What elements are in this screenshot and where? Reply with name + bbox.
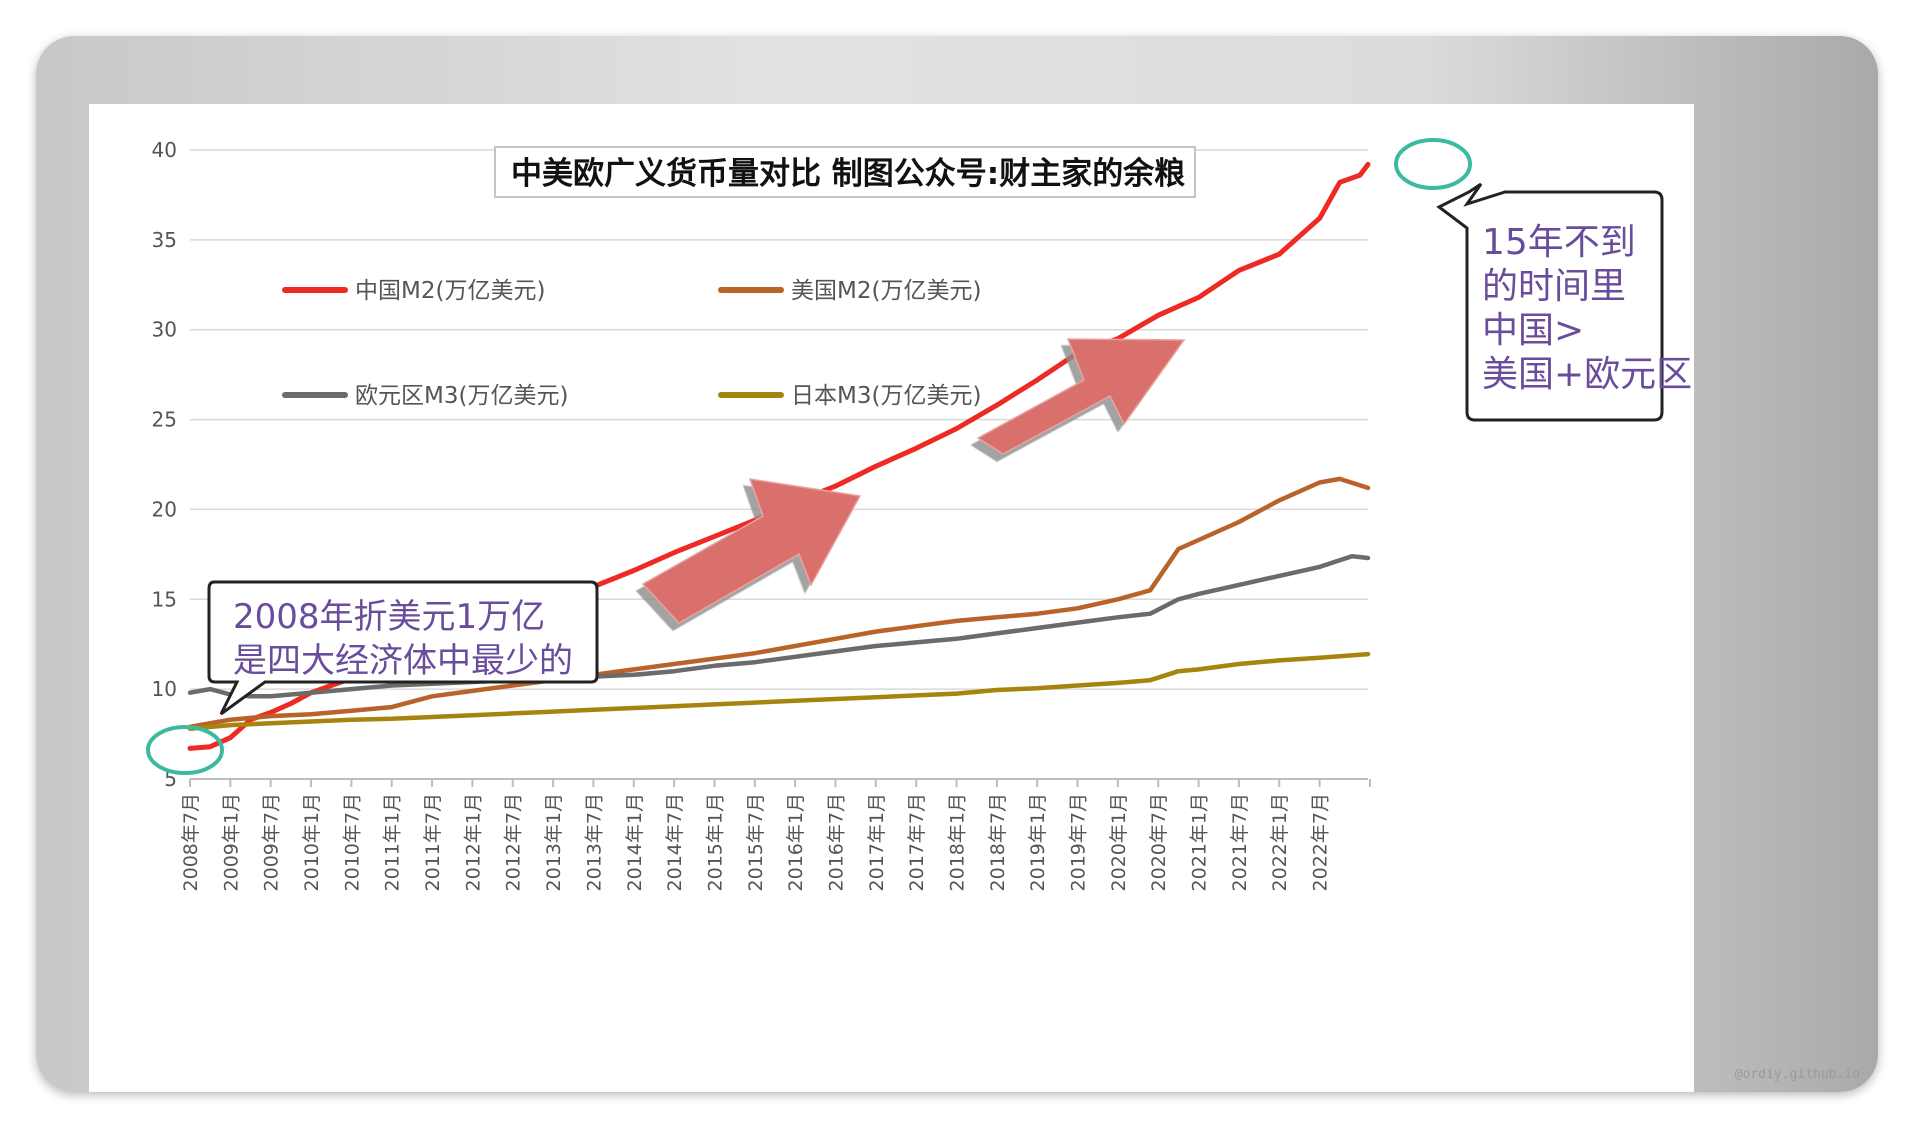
watermark: @ordiy.github.io bbox=[1734, 1067, 1860, 1082]
y-tick-label: 40 bbox=[152, 138, 177, 162]
x-tick-label: 2013年7月 bbox=[583, 793, 605, 891]
x-tick-label: 2008年7月 bbox=[180, 793, 202, 891]
x-tick-label: 2012年1月 bbox=[462, 793, 484, 891]
x-tick-label: 2020年7月 bbox=[1148, 793, 1170, 891]
screenshot-frame: 5 10 15 20 25 30 35 40 2008年7月 2009年1月 2009年7月 2010… bbox=[36, 36, 1878, 1092]
x-tick-label: 2016年1月 bbox=[785, 793, 807, 891]
x-tick-label: 2015年1月 bbox=[704, 793, 726, 891]
x-tick-label: 2011年7月 bbox=[422, 793, 444, 891]
y-tick-label: 25 bbox=[152, 408, 177, 432]
legend-label: 美国M2(万亿美元) bbox=[791, 278, 981, 304]
callout-china-line-1: 15年不到 bbox=[1482, 222, 1636, 263]
x-tick-label: 2018年7月 bbox=[987, 793, 1009, 891]
x-tick-label: 2021年7月 bbox=[1229, 793, 1251, 891]
callout-china-line-4: 美国+欧元区 bbox=[1482, 354, 1692, 395]
legend-label: 中国M2(万亿美元) bbox=[355, 278, 545, 304]
callout-2008-line-1: 2008年折美元1万亿 bbox=[233, 597, 545, 637]
x-tick-label: 2009年7月 bbox=[261, 793, 283, 891]
x-tick-label: 2010年1月 bbox=[301, 793, 323, 891]
y-tick-label: 10 bbox=[152, 677, 177, 701]
highlight-circle-2022 bbox=[1394, 138, 1472, 190]
x-tick-label: 2015年7月 bbox=[745, 793, 767, 891]
x-tick-label: 2011年1月 bbox=[382, 793, 404, 891]
y-tick-label: 30 bbox=[152, 318, 177, 342]
x-tick-label: 2022年7月 bbox=[1310, 793, 1332, 891]
x-tick-label: 2017年1月 bbox=[866, 793, 888, 891]
chart-title: 中美欧广义货币量对比 制图公众号:财主家的余粮 bbox=[511, 156, 1185, 192]
x-tick-label: 2021年1月 bbox=[1189, 793, 1211, 891]
legend-label: 欧元区M3(万亿美元) bbox=[355, 383, 568, 409]
chart-panel: 5 10 15 20 25 30 35 40 2008年7月 2009年1月 2009年7月 2010… bbox=[89, 104, 1694, 1092]
x-tick-label: 2019年7月 bbox=[1068, 793, 1090, 891]
callout-2008-line-2: 是四大经济体中最少的 bbox=[233, 641, 573, 681]
x-tick-label: 2019年1月 bbox=[1027, 793, 1049, 891]
x-tick-label: 2010年7月 bbox=[341, 793, 363, 891]
callout-china-line-2: 的时间里 bbox=[1482, 266, 1626, 307]
callout-china-line-3: 中国> bbox=[1482, 310, 1584, 351]
y-tick-label: 20 bbox=[152, 497, 177, 521]
x-tick-label: 2012年7月 bbox=[503, 793, 525, 891]
x-tick-label: 2018年1月 bbox=[947, 793, 969, 891]
x-tick-label: 2020年1月 bbox=[1108, 793, 1130, 891]
legend-label: 日本M3(万亿美元) bbox=[791, 383, 981, 409]
x-tick-label: 2014年7月 bbox=[664, 793, 686, 891]
x-tick-label: 2016年7月 bbox=[825, 793, 847, 891]
highlight-circle-2008 bbox=[146, 725, 224, 775]
y-tick-label: 35 bbox=[152, 228, 177, 252]
x-tick-label: 2017年7月 bbox=[906, 793, 928, 891]
x-tick-label: 2014年1月 bbox=[624, 793, 646, 891]
chart: 5101520253035402008年7月 2009年1月 2009年7月 2010… bbox=[146, 138, 1692, 891]
x-tick-label: 2022年1月 bbox=[1269, 793, 1291, 891]
x-tick-label: 2009年1月 bbox=[220, 793, 242, 891]
y-tick-label: 15 bbox=[152, 587, 177, 611]
x-tick-label: 2013年1月 bbox=[543, 793, 565, 891]
